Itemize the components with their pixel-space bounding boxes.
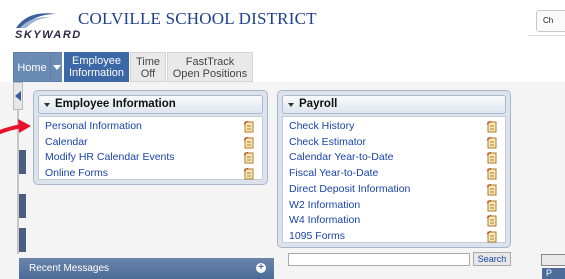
- skyward-logo[interactable]: SKYWARD: [15, 29, 82, 41]
- search-button[interactable]: Search: [473, 252, 511, 266]
- note-icon[interactable]: [487, 183, 497, 196]
- list-item[interactable]: Modify HR Calendar Events: [45, 150, 254, 166]
- list-item[interactable]: 1095 Forms: [289, 229, 497, 245]
- note-icon[interactable]: [244, 168, 254, 180]
- panel-header[interactable]: Employee Information: [38, 95, 263, 114]
- panel-body: Personal Information Calendar Modify HR …: [38, 116, 263, 180]
- tab-label-line2: Open Positions: [172, 68, 248, 80]
- link-calendar-year-to-date[interactable]: Calendar Year-to-Date: [289, 150, 393, 165]
- link-w4-information[interactable]: W4 Information: [289, 213, 360, 228]
- link-modify-hr-calendar-events[interactable]: Modify HR Calendar Events: [45, 150, 175, 165]
- list-item[interactable]: Fiscal Year-to-Date: [289, 166, 497, 182]
- note-icon[interactable]: [487, 136, 497, 149]
- tab-label-line2: Off: [140, 68, 156, 80]
- note-icon[interactable]: [244, 136, 254, 149]
- note-icon[interactable]: [244, 152, 254, 164]
- link-online-forms[interactable]: Online Forms: [45, 166, 108, 181]
- tab-home[interactable]: Home: [13, 52, 51, 82]
- link-fiscal-year-to-date[interactable]: Fiscal Year-to-Date: [289, 166, 378, 181]
- district-name: COLVILLE SCHOOL DISTRICT: [78, 9, 317, 28]
- recent-messages-bar[interactable]: Recent Messages +: [19, 258, 274, 279]
- link-personal-information[interactable]: Personal Information: [45, 119, 142, 134]
- tab-label-line2: Information: [68, 67, 125, 79]
- list-item[interactable]: W4 Information: [289, 213, 497, 229]
- header-button[interactable]: Ch: [536, 10, 565, 32]
- tab-time-off[interactable]: Time Off: [130, 52, 166, 82]
- divider: [528, 35, 565, 36]
- collapse-sidebar-arrow-icon[interactable]: [13, 82, 23, 110]
- link-check-estimator[interactable]: Check Estimator: [289, 135, 366, 150]
- list-item[interactable]: Calendar: [45, 135, 254, 151]
- employee-information-panel: Employee Information Personal Informatio…: [33, 90, 268, 185]
- search-input[interactable]: [288, 253, 470, 266]
- note-icon[interactable]: [487, 121, 497, 133]
- note-icon[interactable]: [244, 121, 254, 133]
- red-pointer-arrow-icon: [0, 119, 31, 134]
- top-header: SKYWARD COLVILLE SCHOOL DISTRICT Ch: [0, 0, 565, 52]
- list-item[interactable]: Check Estimator: [289, 135, 497, 151]
- note-icon[interactable]: [487, 215, 497, 227]
- note-icon[interactable]: [487, 168, 497, 180]
- sidebar-handle[interactable]: [19, 228, 26, 252]
- main-nav: Home Employee Information Time Off FastT…: [13, 52, 255, 82]
- link-calendar[interactable]: Calendar: [45, 135, 88, 150]
- link-direct-deposit-information[interactable]: Direct Deposit Information: [289, 182, 410, 197]
- right-panel-tab[interactable]: P: [542, 268, 565, 279]
- note-icon[interactable]: [487, 152, 497, 164]
- note-icon[interactable]: [487, 199, 497, 212]
- list-item[interactable]: Online Forms: [45, 166, 254, 182]
- sidebar-handle[interactable]: [19, 194, 26, 218]
- right-panel-widget[interactable]: [541, 254, 565, 266]
- tab-label-line1: Employee: [72, 55, 121, 67]
- sidebar-handle[interactable]: [19, 150, 26, 174]
- list-item[interactable]: W2 Information: [289, 198, 497, 214]
- link-check-history[interactable]: Check History: [289, 119, 354, 134]
- panel-header[interactable]: Payroll: [282, 95, 506, 114]
- list-item[interactable]: Personal Information: [45, 119, 254, 135]
- skyward-logo-swoosh-icon: [16, 13, 56, 28]
- link-1095-forms[interactable]: 1095 Forms: [289, 229, 345, 244]
- tab-label-line1: FastTrack: [185, 56, 235, 68]
- tab-fasttrack[interactable]: FastTrack Open Positions: [167, 52, 253, 82]
- expand-plus-icon[interactable]: +: [256, 263, 266, 273]
- list-item[interactable]: Check History: [289, 119, 497, 135]
- recent-messages-label: Recent Messages: [29, 263, 110, 274]
- list-item[interactable]: Direct Deposit Information: [289, 182, 497, 198]
- link-w2-information[interactable]: W2 Information: [289, 198, 360, 213]
- list-item[interactable]: Calendar Year-to-Date: [289, 150, 497, 166]
- tab-employee-information[interactable]: Employee Information: [64, 52, 129, 82]
- home-dropdown-chevron-icon[interactable]: [51, 52, 62, 82]
- tab-label-line1: Time: [135, 56, 161, 68]
- panel-body: Check History Check Estimator Calendar Y…: [282, 116, 506, 243]
- payroll-panel: Payroll Check History Check Estimator Ca…: [277, 90, 511, 248]
- note-icon[interactable]: [487, 230, 497, 243]
